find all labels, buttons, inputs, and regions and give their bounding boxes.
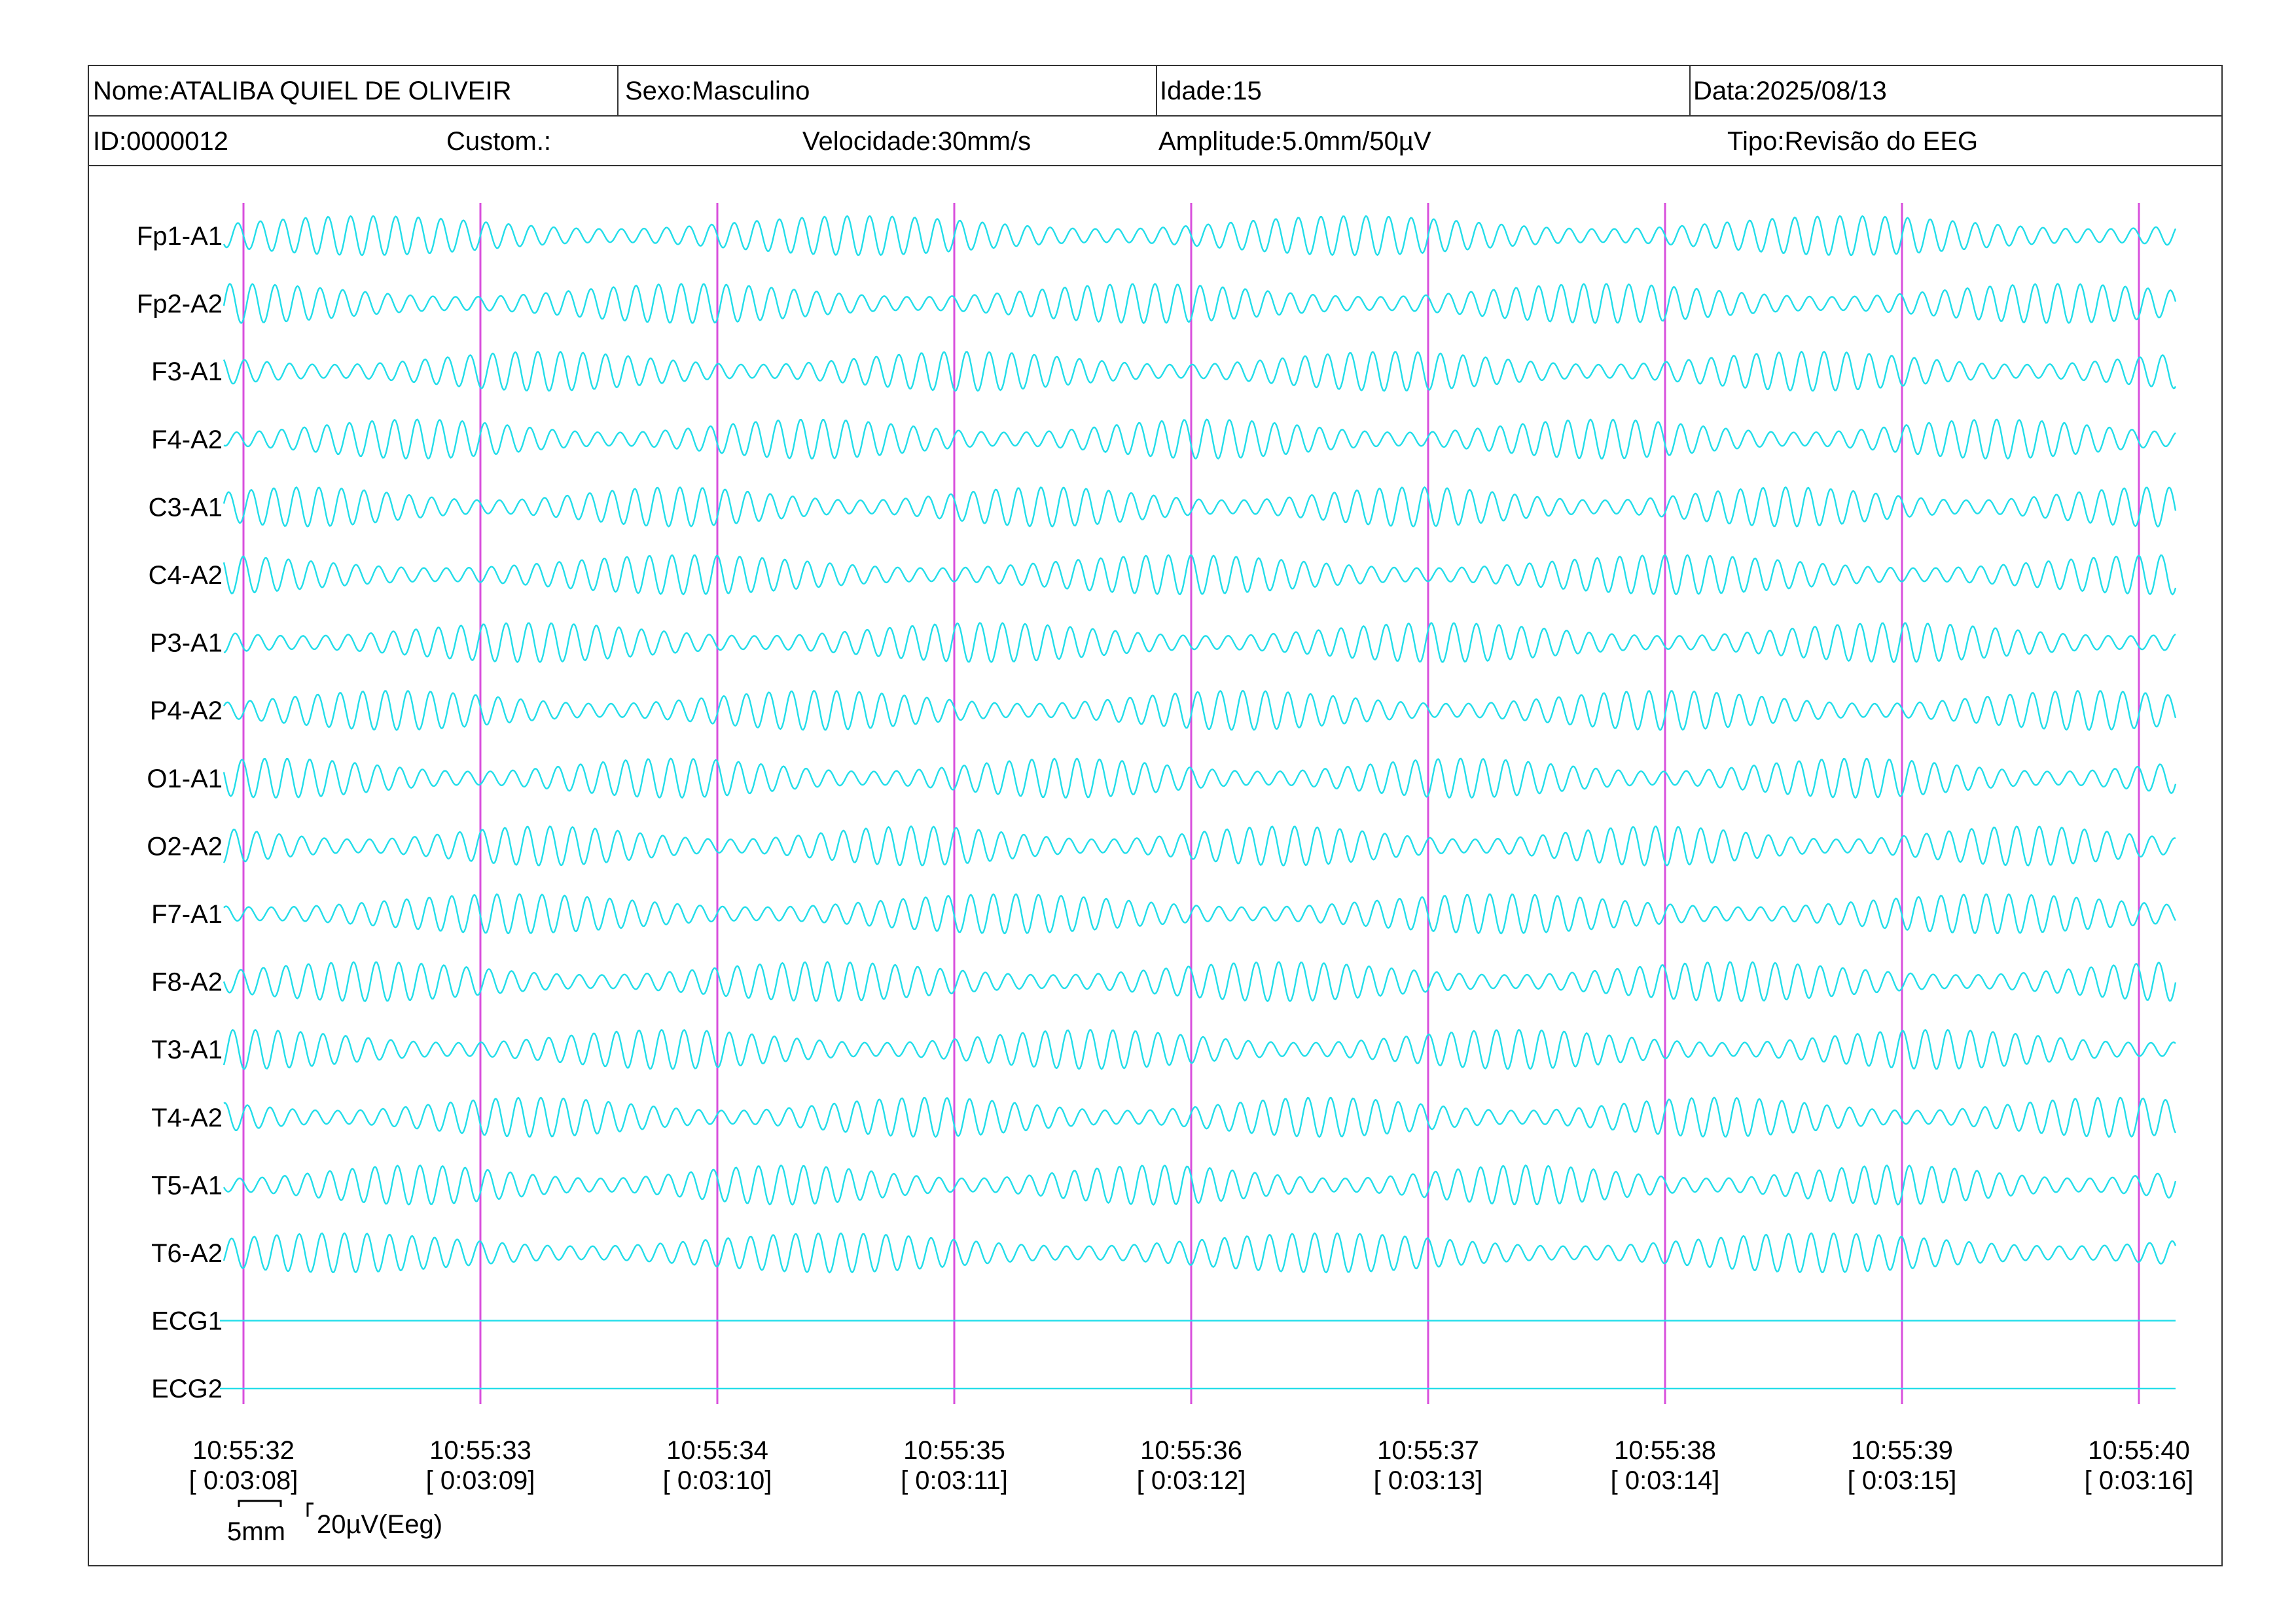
trace-fp1-a1	[223, 215, 2177, 257]
tick-elapsed-3: [ 0:03:11]	[901, 1466, 1008, 1495]
tick-elapsed-8: [ 0:03:16]	[2085, 1466, 2194, 1495]
trace-p4-a2	[223, 689, 2177, 731]
trace-f7-a1	[223, 893, 2177, 935]
trace-c3-a1	[223, 486, 2177, 528]
channel-label-ecg2: ECG2	[151, 1375, 223, 1403]
trace-t3-a1	[223, 1028, 2176, 1070]
tick-elapsed-1: [ 0:03:09]	[426, 1466, 535, 1495]
tick-clock-6: 10:55:38	[1614, 1436, 1716, 1465]
trace-f4-a2	[223, 418, 2176, 460]
time-scale-label: 5mm	[227, 1517, 285, 1546]
tick-elapsed-0: [ 0:03:08]	[189, 1466, 298, 1495]
channel-label-t3-a1: T3-A1	[151, 1036, 223, 1064]
tick-clock-2: 10:55:34	[666, 1436, 768, 1465]
channel-label-f4-a2: F4-A2	[151, 425, 223, 454]
tick-clock-8: 10:55:40	[2088, 1436, 2190, 1465]
trace-t4-a2	[223, 1096, 2177, 1138]
channel-label-f8-a2: F8-A2	[151, 968, 223, 997]
tick-elapsed-5: [ 0:03:13]	[1374, 1466, 1483, 1495]
channel-label-f7-a1: F7-A1	[151, 900, 223, 929]
channel-label-fp2-a2: Fp2-A2	[137, 290, 223, 319]
channel-traces	[220, 215, 2177, 1390]
trace-t5-a1	[223, 1164, 2177, 1206]
trace-fp2-a2	[223, 283, 2177, 325]
tick-clock-5: 10:55:37	[1377, 1436, 1479, 1465]
channel-label-f3-a1: F3-A1	[151, 357, 223, 386]
amplitude-scale-label: 20µV(Eeg)	[317, 1510, 442, 1539]
tick-elapsed-2: [ 0:03:10]	[663, 1466, 772, 1495]
channel-label-ecg1: ECG1	[151, 1307, 223, 1336]
tick-clock-7: 10:55:39	[1851, 1436, 1953, 1465]
trace-o2-a2	[223, 825, 2176, 867]
trace-c4-a2	[223, 554, 2177, 596]
tick-elapsed-4: [ 0:03:12]	[1137, 1466, 1246, 1495]
tick-clock-4: 10:55:36	[1140, 1436, 1242, 1465]
channel-label-p3-a1: P3-A1	[150, 629, 223, 658]
trace-f3-a1	[223, 350, 2177, 392]
time-scale-bracket	[238, 1500, 282, 1507]
channel-label-o1-a1: O1-A1	[147, 765, 223, 793]
channel-label-t5-a1: T5-A1	[151, 1171, 223, 1200]
trace-t6-a2	[223, 1232, 2177, 1274]
channel-label-fp1-a1: Fp1-A1	[137, 222, 223, 251]
tick-clock-0: 10:55:32	[192, 1436, 295, 1465]
amplitude-scale-bracket	[306, 1502, 314, 1517]
trace-o1-a1	[223, 757, 2177, 799]
channel-label-c4-a2: C4-A2	[149, 561, 223, 590]
channel-label-t4-a2: T4-A2	[151, 1104, 223, 1132]
trace-f8-a2	[223, 961, 2177, 1003]
channel-label-o2-a2: O2-A2	[147, 832, 223, 861]
channel-label-t6-a2: T6-A2	[151, 1239, 223, 1268]
channel-labels: Fp1-A1 Fp2-A2 F3-A1 F4-A2 C3-A1 C4-A2 P3-A1 P4-…	[137, 222, 223, 1403]
tick-clock-3: 10:55:35	[903, 1436, 1005, 1465]
channel-label-p4-a2: P4-A2	[150, 696, 223, 725]
tick-clock-1: 10:55:33	[429, 1436, 531, 1465]
time-tick-labels: 10:55:32[ 0:03:08] 10:55:33[ 0:03:09] 10:5…	[189, 1436, 2194, 1495]
eeg-traces-plot: Fp1-A1 Fp2-A2 F3-A1 F4-A2 C3-A1 C4-A2 P3-A1 P4-…	[137, 203, 2194, 1546]
channel-label-c3-a1: C3-A1	[149, 493, 223, 522]
trace-p3-a1	[223, 622, 2176, 664]
tick-elapsed-6: [ 0:03:14]	[1611, 1466, 1720, 1495]
scale-bar: 5mm 20µV(Eeg)	[227, 1500, 442, 1546]
tick-elapsed-7: [ 0:03:15]	[1848, 1466, 1957, 1495]
